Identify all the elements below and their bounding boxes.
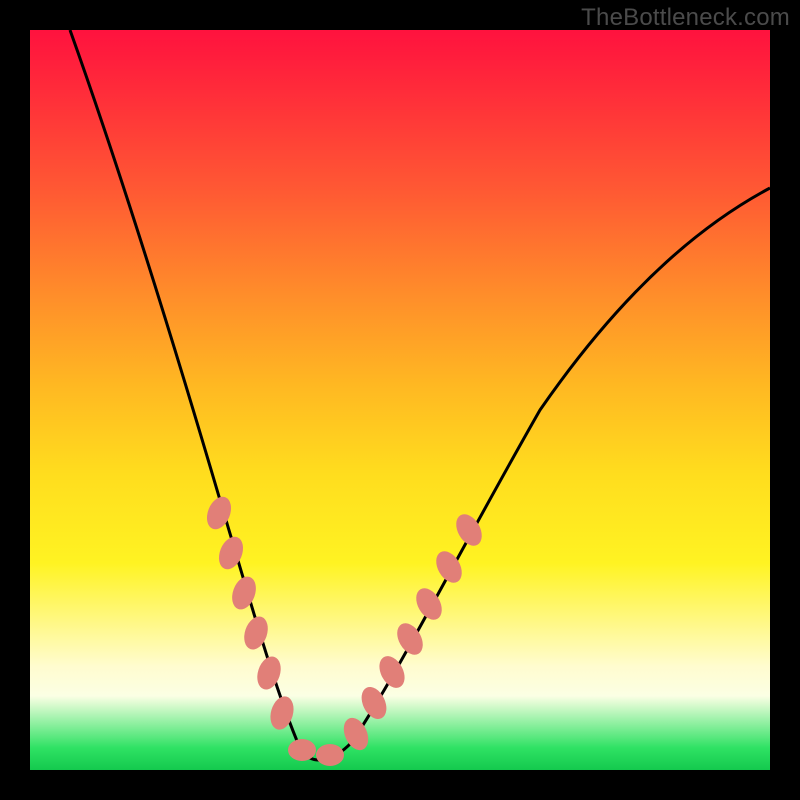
plot-area xyxy=(30,30,770,770)
watermark-text: TheBottleneck.com xyxy=(581,4,790,32)
marker-group xyxy=(202,493,487,766)
chart-frame: TheBottleneck.com xyxy=(0,0,800,800)
bottleneck-curve xyxy=(30,30,770,770)
